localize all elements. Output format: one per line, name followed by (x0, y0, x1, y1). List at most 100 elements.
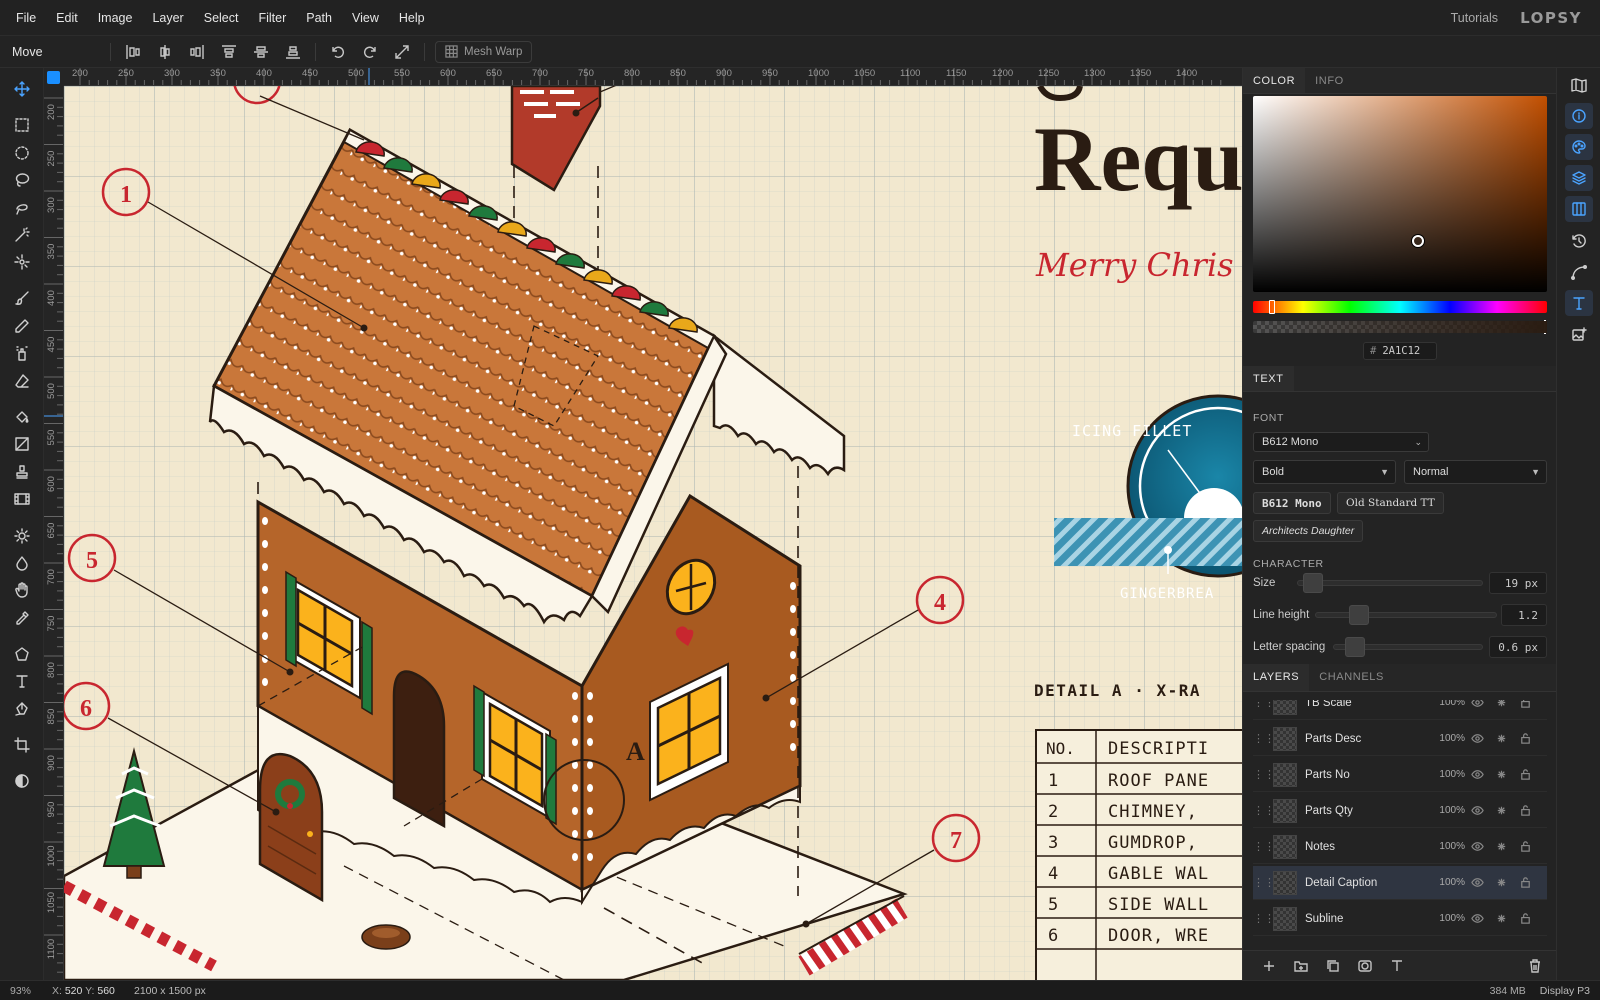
layer-row[interactable]: ⋮⋮ TB Scale 100% (1253, 700, 1547, 720)
menu-help[interactable]: Help (389, 11, 435, 25)
align-bottom-button[interactable] (277, 39, 309, 65)
layer-link-toggle[interactable] (1489, 732, 1513, 745)
hex-input[interactable]: #2A1C12 (1363, 342, 1437, 360)
align-right-button[interactable] (181, 39, 213, 65)
dodge-tool[interactable] (8, 523, 36, 549)
drag-handle-icon[interactable]: ⋮⋮ (1253, 768, 1275, 781)
eraser-tool[interactable] (8, 368, 36, 394)
line-height-slider[interactable] (1315, 612, 1497, 618)
rail-layers-button[interactable] (1565, 165, 1593, 191)
stamp-tool[interactable] (8, 459, 36, 485)
rail-paths-button[interactable] (1565, 259, 1593, 285)
add-text-layer-button[interactable] (1385, 955, 1409, 977)
layer-link-toggle[interactable] (1489, 700, 1513, 709)
layer-lock-toggle[interactable] (1513, 768, 1537, 781)
align-top-button[interactable] (213, 39, 245, 65)
layer-row[interactable]: ⋮⋮ Notes 100% (1253, 830, 1547, 864)
align-center-h-button[interactable] (149, 39, 181, 65)
layer-row[interactable]: ⋮⋮ Parts Desc 100% (1253, 722, 1547, 756)
lasso-tool[interactable] (8, 167, 36, 193)
layer-visibility-toggle[interactable] (1465, 912, 1489, 925)
size-slider-thumb[interactable] (1303, 573, 1323, 593)
pencil-tool[interactable] (8, 313, 36, 339)
layer-lock-toggle[interactable] (1513, 804, 1537, 817)
gradient-tool[interactable] (8, 431, 36, 457)
font-weight-select[interactable]: Bold ▼ (1253, 460, 1396, 484)
brush-tool[interactable] (8, 285, 36, 311)
ruler-origin-marker[interactable] (47, 71, 60, 84)
rail-channels-button[interactable] (1565, 196, 1593, 222)
menu-edit[interactable]: Edit (46, 11, 88, 25)
mask-toggle[interactable] (8, 768, 36, 794)
layer-link-toggle[interactable] (1489, 840, 1513, 853)
new-layer-button[interactable] (1257, 955, 1281, 977)
drag-handle-icon[interactable]: ⋮⋮ (1253, 876, 1275, 889)
tab-channels[interactable]: CHANNELS (1309, 664, 1394, 691)
layer-row[interactable]: ⋮⋮ Detail Caption 100% (1253, 866, 1547, 900)
tab-text[interactable]: TEXT (1243, 366, 1294, 391)
layer-visibility-toggle[interactable] (1465, 700, 1489, 709)
delete-layer-button[interactable] (1523, 955, 1547, 977)
layer-row[interactable]: ⋮⋮ Parts Qty 100% (1253, 794, 1547, 828)
line-height-slider-thumb[interactable] (1349, 605, 1369, 625)
font-chip-old-standard[interactable]: Old Standard TT (1337, 492, 1444, 514)
layer-visibility-toggle[interactable] (1465, 804, 1489, 817)
layer-lock-toggle[interactable] (1513, 700, 1537, 709)
font-chip-b612[interactable]: B612 Mono (1253, 492, 1331, 514)
expand-button[interactable] (386, 39, 418, 65)
add-mask-button[interactable] (1353, 955, 1377, 977)
text-tool[interactable] (8, 668, 36, 694)
layer-link-toggle[interactable] (1489, 912, 1513, 925)
font-chip-architects-daughter[interactable]: Architects Daughter (1253, 520, 1364, 542)
tutorials-link[interactable]: Tutorials (1451, 11, 1498, 25)
drag-handle-icon[interactable]: ⋮⋮ (1253, 840, 1275, 853)
layer-link-toggle[interactable] (1489, 804, 1513, 817)
layers-list[interactable]: ⋮⋮ TB Scale 100% ⋮⋮ Parts Desc 100% ⋮⋮ Parts No… (1243, 700, 1557, 950)
color-picker-knob[interactable] (1412, 235, 1424, 247)
shape-tool[interactable] (8, 641, 36, 667)
align-middle-v-button[interactable] (245, 39, 277, 65)
eyedropper-tool[interactable] (8, 605, 36, 631)
duplicate-layer-button[interactable] (1321, 955, 1345, 977)
ellipse-select-tool[interactable] (8, 140, 36, 166)
letter-spacing-slider-thumb[interactable] (1345, 637, 1365, 657)
move-tool[interactable] (8, 76, 36, 102)
pattern-tool[interactable] (8, 486, 36, 512)
hue-slider-thumb[interactable] (1269, 300, 1275, 314)
color-picker-field[interactable] (1253, 96, 1547, 292)
size-value[interactable]: 19 px (1489, 572, 1547, 594)
menu-layer[interactable]: Layer (142, 11, 193, 25)
tab-color[interactable]: COLOR (1243, 68, 1306, 93)
blur-tool[interactable] (8, 550, 36, 576)
letter-spacing-value[interactable]: 0.6 px (1489, 636, 1547, 658)
menu-view[interactable]: View (342, 11, 389, 25)
document-canvas[interactable]: A 1 5 6 4 7 Requ Merry Chris ICING FILLE… (64, 86, 1242, 980)
rail-color-button[interactable] (1565, 134, 1593, 160)
alpha-slider[interactable] (1253, 320, 1547, 334)
clone-tool[interactable] (8, 340, 36, 366)
tab-info[interactable]: INFO (1305, 68, 1354, 93)
layer-lock-toggle[interactable] (1513, 732, 1537, 745)
rail-history-button[interactable] (1565, 228, 1593, 254)
layer-lock-toggle[interactable] (1513, 876, 1537, 889)
tab-layers[interactable]: LAYERS (1243, 664, 1310, 691)
rail-info-button[interactable] (1565, 103, 1593, 129)
layer-visibility-toggle[interactable] (1465, 840, 1489, 853)
menu-image[interactable]: Image (88, 11, 143, 25)
pen-tool[interactable] (8, 696, 36, 722)
layer-link-toggle[interactable] (1489, 768, 1513, 781)
rect-select-tool[interactable] (8, 112, 36, 138)
drag-handle-icon[interactable]: ⋮⋮ (1253, 912, 1275, 925)
layer-visibility-toggle[interactable] (1465, 732, 1489, 745)
rail-text-button[interactable] (1565, 290, 1593, 316)
menu-select[interactable]: Select (194, 11, 249, 25)
layer-lock-toggle[interactable] (1513, 840, 1537, 853)
layer-lock-toggle[interactable] (1513, 912, 1537, 925)
alpha-slider-thumb[interactable] (1544, 320, 1546, 334)
mesh-warp-button[interactable]: Mesh Warp (435, 40, 533, 63)
align-left-button[interactable] (117, 39, 149, 65)
layer-visibility-toggle[interactable] (1465, 768, 1489, 781)
rotate-cw-button[interactable] (354, 39, 386, 65)
drag-handle-icon[interactable]: ⋮⋮ (1253, 732, 1275, 745)
magic-wand-tool[interactable] (8, 222, 36, 248)
